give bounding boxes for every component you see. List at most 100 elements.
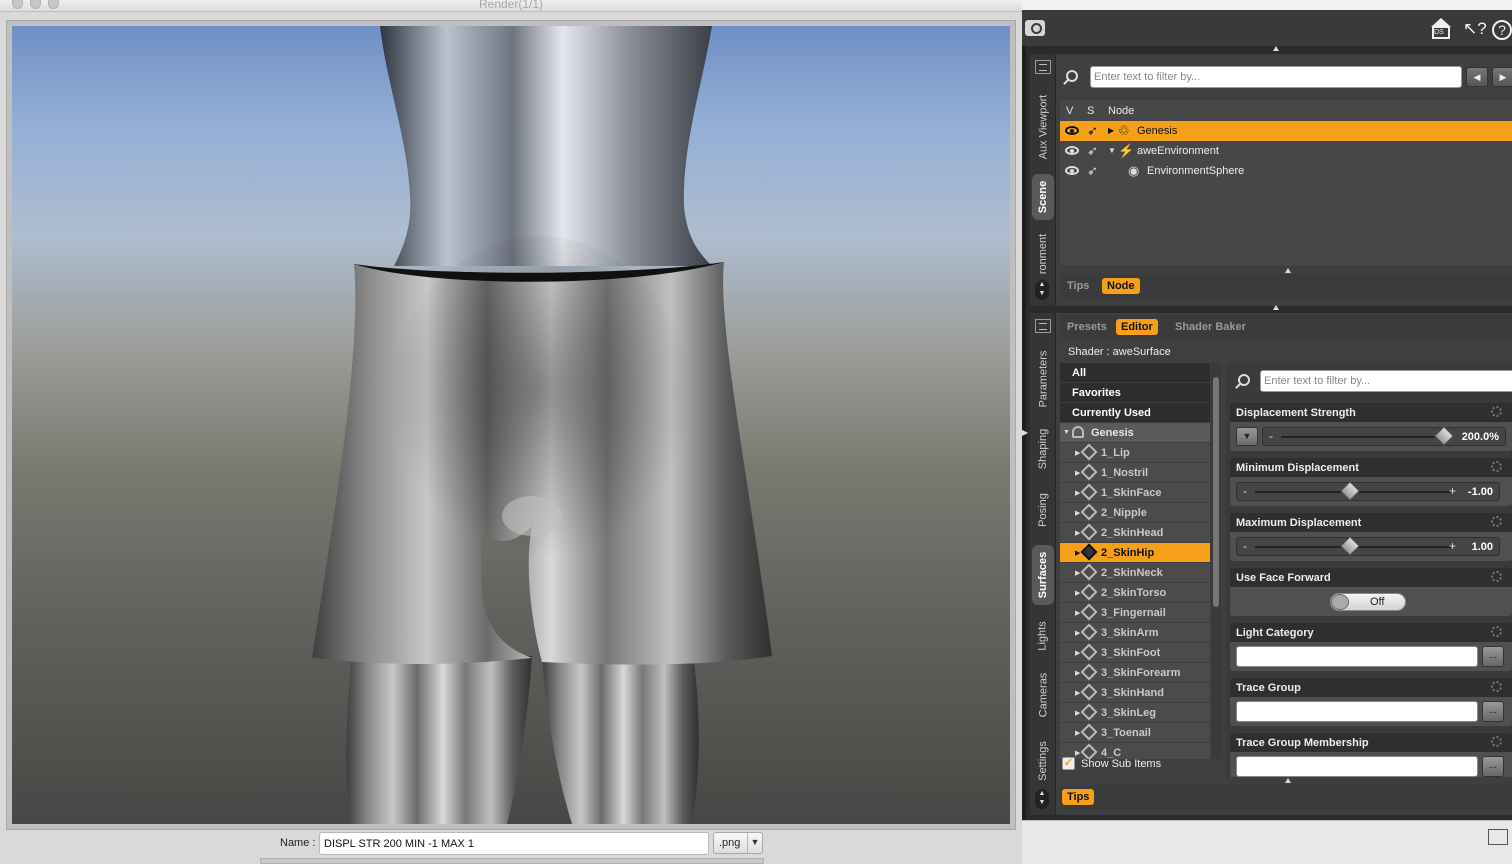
use-face-forward-toggle[interactable]: Off [1330, 593, 1406, 611]
light-category-browse-button[interactable]: ... [1482, 646, 1504, 667]
pane-menu-icon[interactable] [1488, 829, 1508, 845]
tab-shader-baker[interactable]: Shader Baker [1170, 319, 1251, 335]
tab-editor[interactable]: Editor [1116, 319, 1158, 335]
surface-list-scrollbar[interactable] [1211, 363, 1221, 759]
vtab-scroll-arrows[interactable]: ▲ ▼ [1035, 789, 1049, 809]
gear-icon[interactable] [1491, 626, 1502, 637]
tab-presets[interactable]: Presets [1062, 319, 1112, 335]
surface-group-genesis[interactable]: ▼ Genesis [1060, 423, 1210, 443]
column-visible[interactable]: V [1066, 105, 1073, 117]
minus-icon[interactable]: - [1269, 429, 1273, 443]
surface-item[interactable]: ▶ 1_Lip [1060, 443, 1210, 463]
tab-cameras[interactable]: Cameras [1032, 665, 1054, 725]
surface-item-selected[interactable]: ▶ 2_SkinHip [1060, 543, 1210, 563]
surface-item[interactable]: ▶ 3_SkinFoot [1060, 643, 1210, 663]
tab-scene[interactable]: Scene [1032, 174, 1054, 220]
maximum-displacement-slider[interactable]: - + 1.00 [1236, 536, 1500, 556]
expand-icon[interactable]: ▼ [1108, 146, 1116, 155]
cursor-icon[interactable]: ➶ [1087, 163, 1098, 179]
tab-tips[interactable]: Tips [1062, 789, 1095, 805]
column-node[interactable]: Node [1108, 105, 1134, 117]
plus-icon[interactable]: + [1449, 539, 1456, 553]
tab-settings[interactable]: Settings [1032, 733, 1054, 789]
tab-shaping[interactable]: Shaping [1032, 423, 1054, 475]
surface-item[interactable]: ▶ 3_SkinArm [1060, 623, 1210, 643]
pane-menu-icon[interactable] [1035, 60, 1051, 74]
splitter-handle-icon[interactable] [1285, 778, 1291, 783]
gear-icon[interactable] [1491, 461, 1502, 472]
trace-group-membership-field[interactable] [1236, 756, 1478, 777]
cursor-icon[interactable]: ➶ [1087, 123, 1098, 139]
filter-currently-used[interactable]: Currently Used [1060, 403, 1210, 423]
tab-tips[interactable]: Tips [1062, 278, 1094, 294]
surface-item[interactable]: ▶ 2_SkinNeck [1060, 563, 1210, 583]
tab-environment[interactable]: ronment [1032, 226, 1054, 282]
pane-menu-icon[interactable] [1035, 319, 1051, 333]
expand-icon[interactable]: ▼ [1063, 429, 1070, 436]
splitter-handle-icon[interactable] [1273, 305, 1279, 310]
surface-item[interactable]: ▶ 3_Toenail [1060, 723, 1210, 743]
surface-item[interactable]: ▶ 2_SkinHead [1060, 523, 1210, 543]
scene-node-aweenvironment[interactable]: ➶ ▼ ⚡ aweEnvironment [1060, 141, 1512, 161]
collapse-arrow-icon[interactable]: ▶ [1022, 428, 1028, 437]
surface-item[interactable]: ▶ 1_Nostril [1060, 463, 1210, 483]
surface-item[interactable]: ▶ 2_Nipple [1060, 503, 1210, 523]
tab-posing[interactable]: Posing [1032, 487, 1054, 533]
scrollbar-thumb[interactable] [1213, 377, 1219, 607]
param-value[interactable]: 200.0% [1462, 431, 1499, 443]
slider-knob[interactable] [1340, 536, 1360, 556]
gear-icon[interactable] [1491, 681, 1502, 692]
camera-icon[interactable] [1025, 20, 1045, 36]
slider-knob[interactable] [1340, 481, 1360, 501]
surface-item[interactable]: ▶ 3_Fingernail [1060, 603, 1210, 623]
gear-icon[interactable] [1491, 736, 1502, 747]
tab-lights[interactable]: Lights [1032, 613, 1054, 659]
scene-node-environmentsphere[interactable]: ➶ ◉ EnvironmentSphere [1060, 161, 1512, 181]
tab-parameters[interactable]: Parameters [1032, 343, 1054, 415]
scene-search-input[interactable]: Enter text to filter by... [1090, 66, 1462, 88]
render-name-input[interactable]: DISPL STR 200 MIN -1 MAX 1 [319, 832, 709, 855]
minus-icon[interactable]: - [1243, 484, 1247, 498]
scene-node-genesis[interactable]: ➶ ▶ ♲ Genesis [1060, 121, 1512, 141]
slider-knob[interactable] [1434, 426, 1454, 446]
show-sub-items-checkbox[interactable]: ✓ [1062, 757, 1075, 770]
splitter-handle-icon[interactable] [1273, 46, 1279, 51]
minus-icon[interactable]: - [1243, 539, 1247, 553]
whats-this-icon[interactable]: ↖? [1463, 18, 1487, 40]
tab-aux-viewport[interactable]: Aux Viewport [1032, 84, 1054, 170]
search-icon[interactable] [1066, 70, 1078, 82]
format-select[interactable]: .png ▼ [713, 832, 763, 854]
eye-icon[interactable] [1065, 126, 1079, 135]
light-category-field[interactable] [1236, 646, 1478, 667]
trace-group-browse-button[interactable]: ... [1482, 701, 1504, 722]
surface-item[interactable]: ▶ 3_SkinHand [1060, 683, 1210, 703]
param-value[interactable]: 1.00 [1472, 541, 1493, 553]
gear-icon[interactable] [1491, 571, 1502, 582]
surface-item[interactable]: ▶ 2_SkinTorso [1060, 583, 1210, 603]
minimum-displacement-slider[interactable]: - + -1.00 [1236, 481, 1500, 501]
plus-icon[interactable]: + [1449, 484, 1456, 498]
tab-surfaces[interactable]: Surfaces [1032, 545, 1054, 605]
home-icon[interactable]: DS [1430, 18, 1452, 40]
map-menu-button[interactable]: ▼ [1236, 427, 1258, 446]
gear-icon[interactable] [1491, 516, 1502, 527]
filter-favorites[interactable]: Favorites [1060, 383, 1210, 403]
vtab-scroll-arrows[interactable]: ▲ ▼ [1035, 280, 1049, 300]
trace-group-field[interactable] [1236, 701, 1478, 722]
help-icon[interactable]: ? [1492, 20, 1512, 40]
surface-item[interactable]: ▶ 1_SkinFace [1060, 483, 1210, 503]
filter-all[interactable]: All [1060, 363, 1210, 383]
expand-icon[interactable]: ▶ [1108, 126, 1114, 135]
trace-group-membership-browse-button[interactable]: ... [1482, 756, 1504, 777]
splitter-handle-icon[interactable] [1285, 268, 1291, 273]
column-selectable[interactable]: S [1087, 105, 1094, 117]
surface-item[interactable]: ▶ 3_SkinForearm [1060, 663, 1210, 683]
nav-back-button[interactable]: ◀ [1466, 67, 1488, 87]
show-sub-items[interactable]: ✓ Show Sub Items [1062, 755, 1222, 773]
eye-icon[interactable] [1065, 166, 1079, 175]
nav-forward-button[interactable]: ▶ [1492, 67, 1512, 87]
surface-item[interactable]: ▶ 3_SkinLeg [1060, 703, 1210, 723]
tab-node[interactable]: Node [1102, 278, 1140, 294]
gear-icon[interactable] [1491, 406, 1502, 417]
param-search-input[interactable]: Enter text to filter by... [1260, 370, 1512, 392]
